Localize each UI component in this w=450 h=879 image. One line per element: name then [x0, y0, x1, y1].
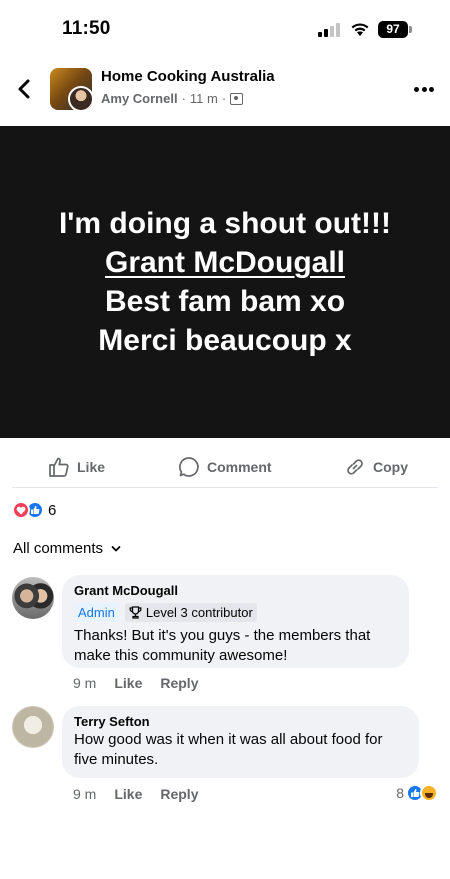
meta-separator-2: ·: [221, 91, 227, 106]
comment-meta: 9 m Like Reply: [73, 786, 198, 802]
copy-button[interactable]: Copy: [344, 456, 408, 478]
comments-filter-dropdown[interactable]: All comments: [13, 540, 121, 557]
meta-separator: ·: [181, 91, 186, 106]
comment-meta: 9 m Like Reply: [73, 675, 198, 691]
comment-button-label: Comment: [207, 459, 272, 475]
post-header: Home Cooking Australia Amy Cornell · 11 …: [0, 62, 450, 116]
thumbs-up-icon: [49, 457, 69, 477]
haha-reaction-icon: [420, 784, 438, 802]
copy-button-label: Copy: [373, 459, 408, 475]
love-reaction-icon: [12, 501, 30, 519]
comment-item: Terry Sefton How good was it when it was…: [12, 706, 438, 806]
battery-tip: [409, 26, 412, 33]
group-privacy-icon: [230, 92, 244, 105]
commenter-avatar[interactable]: [12, 577, 54, 619]
commenter-name[interactable]: Terry Sefton: [74, 714, 407, 730]
comment-button[interactable]: Comment: [178, 456, 450, 478]
commenter-badges: Admin Level 3 contributor: [74, 603, 397, 622]
back-chevron-icon[interactable]: [14, 76, 36, 102]
comment-like-button[interactable]: Like: [114, 675, 142, 691]
trophy-icon: [129, 606, 142, 619]
contributor-badge-label: Level 3 contributor: [145, 605, 253, 620]
more-options-icon[interactable]: [414, 80, 434, 98]
comment-text: How good was it when it was all about fo…: [74, 731, 383, 768]
commenter-name[interactable]: Grant McDougall: [74, 583, 397, 599]
comment-reply-button[interactable]: Reply: [160, 786, 198, 802]
link-icon: [347, 459, 363, 475]
like-button-label: Like: [77, 459, 106, 475]
signal-icon: [318, 23, 344, 37]
post-author[interactable]: Amy Cornell: [101, 91, 178, 106]
post-meta: Amy Cornell · 11 m ·: [101, 91, 244, 106]
comments-filter-label: All comments: [13, 540, 104, 557]
reactions-summary[interactable]: 6: [12, 500, 56, 520]
comment-reply-button[interactable]: Reply: [160, 675, 198, 691]
comment-bubble: Grant McDougall Admin Level 3 contributo…: [62, 575, 409, 668]
admin-badge: Admin: [74, 603, 119, 622]
comment-bubble: Terry Sefton How good was it when it was…: [62, 706, 419, 778]
comment-text: Thanks! But it's you guys - the members …: [74, 627, 371, 664]
like-button[interactable]: Like: [48, 456, 105, 478]
post-time[interactable]: 11 m: [190, 91, 218, 106]
author-avatar: [68, 86, 92, 110]
status-time: 11:50: [62, 18, 111, 39]
status-bar: 11:50 97: [0, 0, 450, 58]
post-body: I'm doing a shout out!!! Grant McDougall…: [0, 126, 450, 438]
comment-bubble-icon: [179, 457, 199, 477]
comment-reaction-count: 8: [396, 785, 404, 801]
post-line: I'm doing a shout out!!!: [58, 207, 392, 240]
post-line: Merci beaucoup x: [98, 324, 352, 357]
comment-time: 9 m: [73, 786, 97, 802]
comment-like-button[interactable]: Like: [114, 786, 142, 802]
contributor-badge: Level 3 contributor: [124, 603, 257, 622]
group-avatar[interactable]: [50, 68, 92, 110]
post-action-bar: Like Comment Copy: [12, 448, 438, 488]
post-line: Best fam bam xo: [104, 285, 346, 318]
commenter-avatar[interactable]: [12, 706, 54, 748]
comment-item: Grant McDougall Admin Level 3 contributo…: [12, 575, 438, 695]
wifi-icon: [351, 23, 369, 36]
chevron-down-icon: [111, 545, 121, 551]
battery-indicator: 97: [378, 21, 408, 38]
comment-time: 9 m: [73, 675, 97, 691]
reaction-count: 6: [48, 501, 57, 519]
group-name[interactable]: Home Cooking Australia: [101, 68, 275, 85]
mentioned-user-link[interactable]: Grant McDougall: [105, 243, 345, 282]
comment-reactions[interactable]: 8: [396, 784, 438, 802]
